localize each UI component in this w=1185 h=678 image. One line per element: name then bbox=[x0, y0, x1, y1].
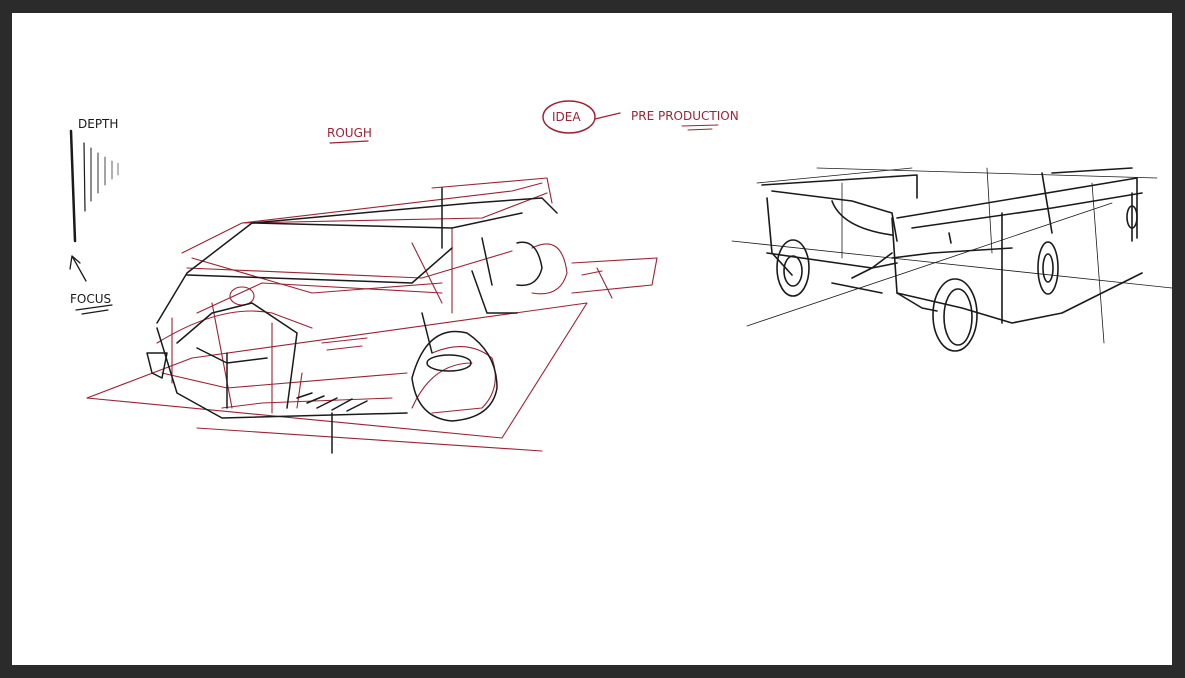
depth-label: DEPTH bbox=[78, 117, 118, 131]
idea-label: IDEA bbox=[552, 110, 581, 124]
rough-label-group: ROUGH bbox=[327, 126, 372, 144]
rough-car-sketch bbox=[86, 177, 658, 454]
drawing-canvas[interactable]: DEPTH FOCUS ROUGH IDEA PRE PRODUCTION bbox=[12, 13, 1172, 665]
rough-label: ROUGH bbox=[327, 126, 372, 140]
depth-focus-legend: DEPTH FOCUS bbox=[69, 117, 118, 315]
sketch-layer: DEPTH FOCUS ROUGH IDEA PRE PRODUCTION bbox=[69, 100, 1172, 454]
pickup-truck-sketch bbox=[731, 167, 1172, 352]
idea-label-group: IDEA PRE PRODUCTION bbox=[542, 100, 739, 134]
preproduction-label: PRE PRODUCTION bbox=[631, 109, 739, 123]
focus-label: FOCUS bbox=[70, 292, 111, 306]
